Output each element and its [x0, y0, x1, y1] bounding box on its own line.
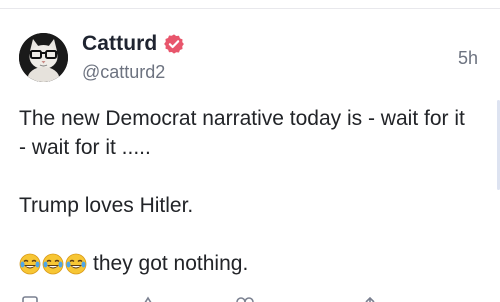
- like-icon[interactable]: [236, 295, 254, 302]
- repost-icon[interactable]: [140, 295, 156, 302]
- cat-avatar-icon: [19, 33, 68, 82]
- author-display-name[interactable]: Catturd: [82, 32, 157, 56]
- post-text-line-1: The new Democrat narrative today is - wa…: [19, 107, 465, 159]
- tears-of-joy-emoji-icon: [65, 253, 87, 275]
- share-icon[interactable]: [362, 295, 378, 302]
- author-handle[interactable]: @catturd2: [82, 62, 165, 83]
- post-text-line-3: they got nothing.: [19, 249, 469, 278]
- reply-icon[interactable]: [22, 295, 38, 302]
- post-text-line-2: Trump loves Hitler.: [19, 194, 194, 217]
- tears-of-joy-emoji-icon: [19, 253, 41, 275]
- post-body: The new Democrat narrative today is - wa…: [19, 104, 469, 278]
- avatar[interactable]: [19, 33, 68, 82]
- post-timestamp[interactable]: 5h: [458, 48, 478, 69]
- post-card[interactable]: Catturd @catturd2 5h The new Democrat na…: [0, 0, 500, 302]
- verified-badge-icon: [163, 33, 185, 55]
- post-action-bar: [0, 291, 500, 302]
- post-text-line-3-text: they got nothing.: [93, 252, 249, 275]
- tears-of-joy-emoji-icon: [42, 253, 64, 275]
- author-name-row: Catturd: [82, 29, 185, 59]
